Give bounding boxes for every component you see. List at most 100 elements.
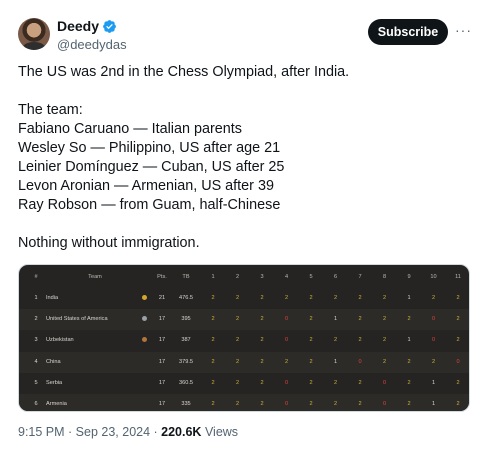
tweet-text: The US was 2nd in the Chess Olympiad, af…	[18, 63, 478, 253]
row-pts: 17	[158, 379, 166, 386]
header-round: 5	[309, 274, 313, 280]
row-tb: 379.5	[179, 358, 193, 365]
round-result: 0	[284, 316, 289, 323]
round-result: 2	[407, 379, 411, 386]
author-name-row[interactable]: Deedy	[57, 18, 117, 34]
row-rank: 3	[34, 337, 38, 344]
round-result: 0	[382, 401, 387, 407]
round-result: 2	[333, 401, 338, 407]
round-result: 2	[382, 316, 387, 323]
header-pts: Pts.	[157, 274, 167, 280]
round-result: 2	[407, 401, 411, 407]
row-rank: 2	[34, 316, 38, 323]
more-options-icon[interactable]: ···	[455, 22, 472, 38]
standings-row: 1 India 21 476.5 2 2 2 2 2 2 2 2 1 2 2	[19, 288, 469, 309]
row-pts: 17	[158, 358, 166, 365]
tweet-line: Fabiano Caruano — Italian parents	[18, 121, 242, 137]
tweet-line: Leinier Domínguez — Cuban, US after 25	[18, 159, 285, 175]
author-handle[interactable]: @deedydas	[57, 37, 127, 52]
header-round: 1	[211, 274, 215, 280]
row-team: Armenia	[46, 401, 67, 407]
row-tb: 360.5	[179, 379, 193, 386]
round-result: 2	[382, 295, 387, 301]
round-result: 0	[284, 337, 289, 344]
round-result: 0	[284, 401, 289, 407]
standings-row: 3 Uzbekistan 17 387 2 2 2 0 2 2 2 2 1 0 2	[19, 330, 469, 351]
round-result: 2	[456, 337, 460, 344]
round-result: 2	[211, 401, 215, 407]
medal-icon	[139, 288, 149, 309]
round-result: 2	[235, 401, 240, 407]
round-result: 2	[309, 379, 313, 386]
row-team: China	[46, 358, 61, 365]
subscribe-button[interactable]: Subscribe	[368, 19, 448, 45]
round-result: 2	[260, 379, 264, 386]
tweet-time[interactable]: 9:15 PM	[18, 425, 65, 439]
round-result: 2	[431, 358, 436, 365]
header-round: 3	[260, 274, 264, 280]
tweet-meta: 9:15 PM · Sep 23, 2024 · 220.6K Views	[18, 425, 238, 439]
round-result: 0	[382, 379, 387, 386]
meta-separator-2: ·	[150, 425, 162, 439]
standings-header-row: # Team Pts. TB 1 2 3 4 5 6 7 8 9 10 11	[19, 267, 469, 288]
tweet-line: Levon Aronian — Armenian, US after 39	[18, 178, 274, 194]
row-pts: 17	[158, 337, 166, 344]
author-display-name[interactable]: Deedy	[57, 18, 99, 34]
round-result: 2	[211, 337, 215, 344]
round-result: 2	[309, 358, 313, 365]
round-result: 2	[382, 358, 387, 365]
round-result: 2	[235, 316, 240, 323]
header-rank: #	[34, 274, 38, 280]
round-result: 1	[333, 358, 338, 365]
round-result: 2	[456, 401, 460, 407]
row-team: United States of America	[46, 316, 108, 323]
standings-image[interactable]: # Team Pts. TB 1 2 3 4 5 6 7 8 9 10 11 1 India 21 476.5 2 2 2…	[18, 264, 470, 412]
round-result: 2	[358, 379, 362, 386]
round-result: 2	[260, 316, 264, 323]
round-result: 0	[284, 379, 289, 386]
tweet-line: The team:	[18, 102, 83, 118]
tweet-line: Nothing without immigration.	[18, 235, 200, 251]
round-result: 2	[309, 316, 313, 323]
round-result: 2	[284, 358, 289, 365]
tweet-date[interactable]: Sep 23, 2024	[76, 425, 150, 439]
standings-row: 4 China 17 379.5 2 2 2 2 2 1 0 2 2 2 0	[19, 351, 469, 373]
standings-row: 5 Serbia 17 360.5 2 2 2 0 2 2 2 0 2 1 2	[19, 373, 469, 394]
row-rank: 4	[34, 358, 38, 365]
medal-icon	[139, 330, 149, 351]
views-count: 220.6K	[161, 425, 202, 439]
header-round: 2	[235, 274, 240, 280]
silver-medal-icon	[141, 316, 147, 322]
round-result: 2	[456, 379, 460, 386]
round-result: 2	[358, 295, 362, 301]
round-result: 2	[211, 358, 215, 365]
round-result: 2	[407, 358, 411, 365]
row-team: Serbia	[46, 379, 63, 386]
round-result: 2	[235, 337, 240, 344]
header-round: 11	[455, 274, 461, 280]
row-tb: 476.5	[179, 295, 193, 301]
verified-badge-icon	[103, 19, 116, 33]
round-result: 2	[211, 295, 215, 301]
row-tb: 395	[181, 316, 191, 323]
round-result: 2	[407, 316, 411, 323]
round-result: 2	[358, 401, 362, 407]
round-result: 1	[407, 337, 411, 344]
round-result: 2	[333, 295, 338, 301]
header-team: Team	[88, 274, 102, 280]
round-result: 0	[358, 358, 362, 365]
round-result: 2	[456, 316, 460, 323]
standings-row: 2 United States of America 17 395 2 2 2 0 2 1 2 2 2 0…	[19, 309, 469, 331]
round-result: 2	[358, 316, 362, 323]
header-round: 4	[284, 274, 289, 280]
round-result: 1	[407, 295, 411, 301]
header-tb: TB	[182, 274, 190, 280]
round-result: 2	[235, 295, 240, 301]
round-result: 2	[309, 337, 313, 344]
row-tb: 387	[181, 337, 191, 344]
round-result: 2	[333, 337, 338, 344]
avatar[interactable]	[18, 18, 50, 50]
standings-row: 6 Armenia 17 335 2 2 2 0 2 2 2 0 2 1 2	[19, 394, 469, 411]
